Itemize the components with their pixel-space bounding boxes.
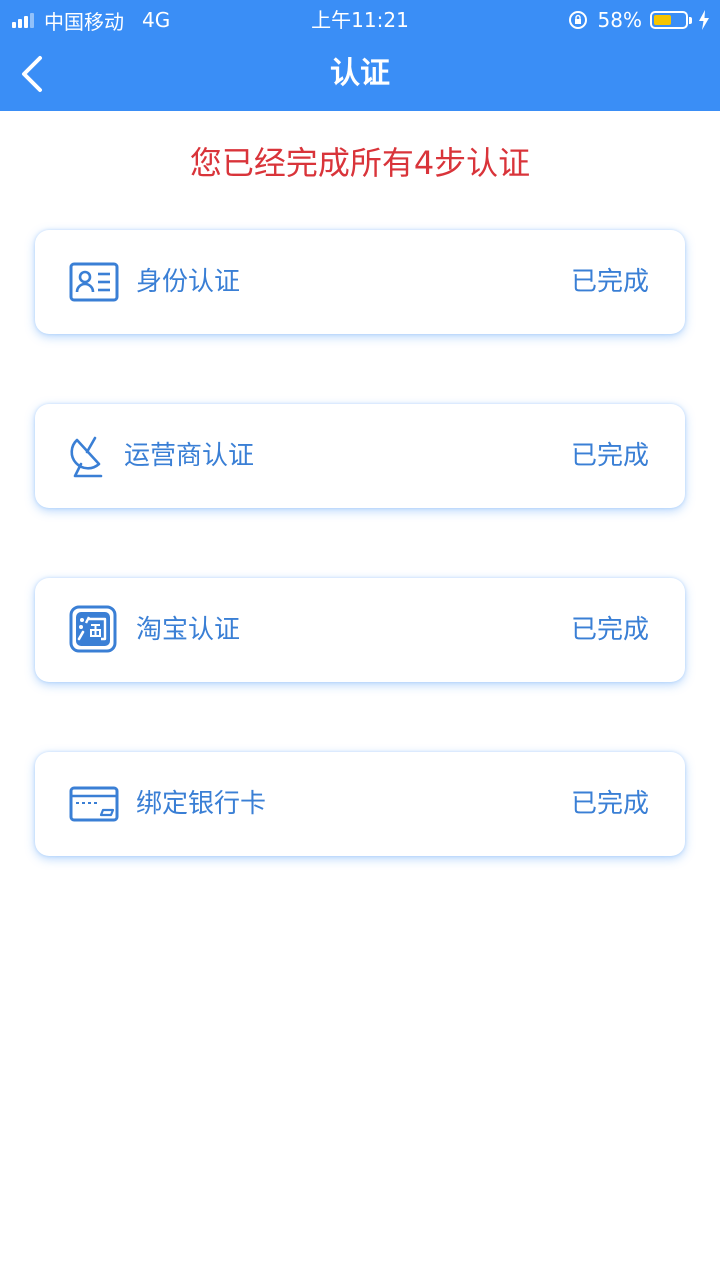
battery-percent: 58% <box>597 8 642 32</box>
verification-item-status: 已完成 <box>570 441 649 471</box>
verification-item-carrier[interactable]: 运营商认证 已完成 <box>35 404 685 508</box>
verification-item-label: 身份认证 <box>136 267 241 297</box>
page-title: 认证 <box>330 56 390 91</box>
battery-icon <box>650 11 692 29</box>
verification-item-label: 运营商认证 <box>124 441 255 471</box>
completion-message: 您已经完成所有4步认证 <box>189 144 531 182</box>
verification-item-label: 绑定银行卡 <box>136 789 267 819</box>
verification-item-bank-card[interactable]: 绑定银行卡 已完成 <box>35 752 685 856</box>
rotation-lock-icon <box>568 11 587 29</box>
verification-item-status: 已完成 <box>570 267 649 297</box>
verification-item-taobao[interactable]: 淘宝认证 已完成 <box>35 578 685 682</box>
verification-item-label: 淘宝认证 <box>136 615 241 645</box>
satellite-dish-icon <box>70 436 103 478</box>
id-card-icon <box>69 262 119 302</box>
verification-item-status: 已完成 <box>570 615 649 645</box>
battery-level-fill <box>654 15 671 25</box>
status-bar: 中国移动 4G 上午11:21 58% <box>0 0 720 40</box>
verification-item-status: 已完成 <box>570 789 649 819</box>
top-bar: 中国移动 4G 上午11:21 58% 认证 <box>0 0 720 111</box>
taobao-icon <box>69 605 117 653</box>
status-bar-right: 58% <box>568 6 710 34</box>
charging-bolt-icon <box>699 10 709 30</box>
bank-card-icon <box>69 786 119 822</box>
verification-item-identity[interactable]: 身份认证 已完成 <box>35 230 685 334</box>
